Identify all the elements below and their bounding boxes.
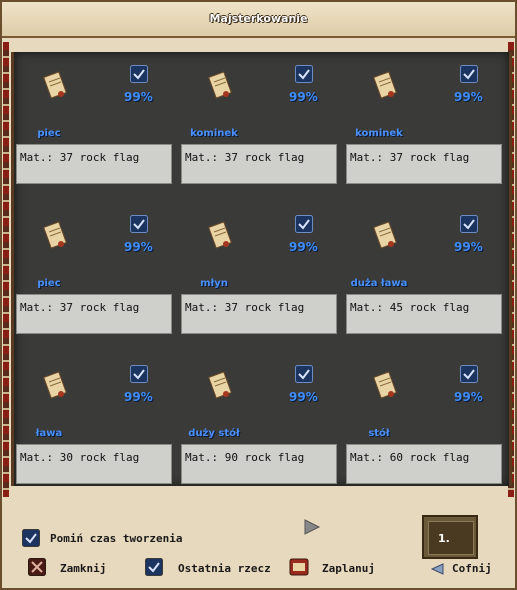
materials-box: Mat.: 37 rock flag (16, 144, 172, 184)
success-chance: 99% (454, 390, 483, 404)
materials-text: Mat.: 60 rock flag (350, 451, 470, 464)
recipe-name: młyn (200, 278, 228, 289)
recipe-name: duży stół (188, 428, 240, 439)
recipe-name: piec (37, 128, 61, 139)
last-item-checkbox[interactable] (145, 558, 163, 576)
checkbox-checked-icon[interactable] (130, 215, 148, 233)
quantity-value: 1. (438, 532, 450, 545)
schedule-button[interactable]: Zaplanuj (322, 562, 375, 575)
success-chance: 99% (454, 90, 483, 104)
materials-text: Mat.: 37 rock flag (20, 151, 140, 164)
materials-box: Mat.: 90 rock flag (181, 444, 337, 484)
scroll-icon (373, 371, 397, 399)
materials-box: Mat.: 37 rock flag (346, 144, 502, 184)
checkbox-checked-icon[interactable] (460, 65, 478, 83)
materials-text: Mat.: 37 rock flag (185, 151, 305, 164)
recipe-cell[interactable]: 99% kominek Mat.: 37 rock flag (344, 52, 502, 198)
crafting-window: Majsterkowanie 99% piec Mat.: 37 rock fl… (0, 0, 517, 590)
crate-icon (428, 521, 474, 555)
play-arrow-icon[interactable] (303, 519, 321, 535)
checkbox-checked-icon[interactable] (295, 365, 313, 383)
scroll-icon (43, 71, 67, 99)
checkbox-checked-icon[interactable] (130, 365, 148, 383)
materials-text: Mat.: 37 rock flag (20, 301, 140, 314)
recipe-cell[interactable]: 99% stół Mat.: 60 rock flag (344, 352, 502, 498)
checkbox-checked-icon[interactable] (295, 215, 313, 233)
success-chance: 99% (289, 90, 318, 104)
materials-text: Mat.: 90 rock flag (185, 451, 305, 464)
success-chance: 99% (124, 90, 153, 104)
recipe-name: stół (368, 428, 390, 439)
close-button[interactable]: Zamknij (60, 562, 106, 575)
schedule-icon[interactable] (289, 557, 309, 577)
scroll-icon (208, 371, 232, 399)
success-chance: 99% (454, 240, 483, 254)
recipe-cell[interactable]: 99% kominek Mat.: 37 rock flag (179, 52, 337, 198)
scroll-icon (43, 221, 67, 249)
scroll-icon (373, 71, 397, 99)
recipe-name: piec (37, 278, 61, 289)
materials-text: Mat.: 30 rock flag (20, 451, 140, 464)
recipe-name: kominek (355, 128, 403, 139)
recipe-grid: 99% piec Mat.: 37 rock flag 99% kominek … (11, 52, 512, 486)
materials-box: Mat.: 45 rock flag (346, 294, 502, 334)
quantity-slot[interactable]: 1. (422, 515, 478, 559)
materials-text: Mat.: 45 rock flag (350, 301, 470, 314)
back-arrow-icon[interactable] (430, 563, 444, 575)
left-ornament (3, 42, 9, 497)
close-x-icon[interactable] (28, 558, 46, 576)
success-chance: 99% (289, 240, 318, 254)
materials-box: Mat.: 37 rock flag (16, 294, 172, 334)
last-item-label: Ostatnia rzecz (178, 562, 271, 575)
recipe-cell[interactable]: 99% piec Mat.: 37 rock flag (14, 52, 172, 198)
success-chance: 99% (124, 240, 153, 254)
recipe-cell[interactable]: 99% duży stół Mat.: 90 rock flag (179, 352, 337, 498)
materials-text: Mat.: 37 rock flag (185, 301, 305, 314)
window-title: Majsterkowanie (209, 12, 308, 25)
recipe-name: ława (35, 428, 63, 439)
scroll-icon (208, 221, 232, 249)
scroll-icon (373, 221, 397, 249)
success-chance: 99% (124, 390, 153, 404)
checkbox-checked-icon[interactable] (460, 215, 478, 233)
recipe-cell[interactable]: 99% piec Mat.: 37 rock flag (14, 202, 172, 348)
success-chance: 99% (289, 390, 318, 404)
recipe-name: duża ława (350, 278, 408, 289)
back-button[interactable]: Cofnij (452, 562, 492, 575)
scroll-icon (43, 371, 67, 399)
title-bar: Majsterkowanie (2, 2, 515, 38)
materials-box: Mat.: 37 rock flag (181, 144, 337, 184)
skip-time-label: Pomiń czas tworzenia (50, 532, 183, 545)
recipe-cell[interactable]: 99% duża ława Mat.: 45 rock flag (344, 202, 502, 348)
materials-text: Mat.: 37 rock flag (350, 151, 470, 164)
materials-box: Mat.: 60 rock flag (346, 444, 502, 484)
recipe-cell[interactable]: 99% ława Mat.: 30 rock flag (14, 352, 172, 498)
scroll-icon (208, 71, 232, 99)
recipe-name: kominek (190, 128, 238, 139)
skip-time-checkbox[interactable] (22, 529, 40, 547)
checkbox-checked-icon[interactable] (460, 365, 478, 383)
materials-box: Mat.: 30 rock flag (16, 444, 172, 484)
checkbox-checked-icon[interactable] (130, 65, 148, 83)
checkbox-checked-icon[interactable] (295, 65, 313, 83)
recipe-cell[interactable]: 99% młyn Mat.: 37 rock flag (179, 202, 337, 348)
materials-box: Mat.: 37 rock flag (181, 294, 337, 334)
